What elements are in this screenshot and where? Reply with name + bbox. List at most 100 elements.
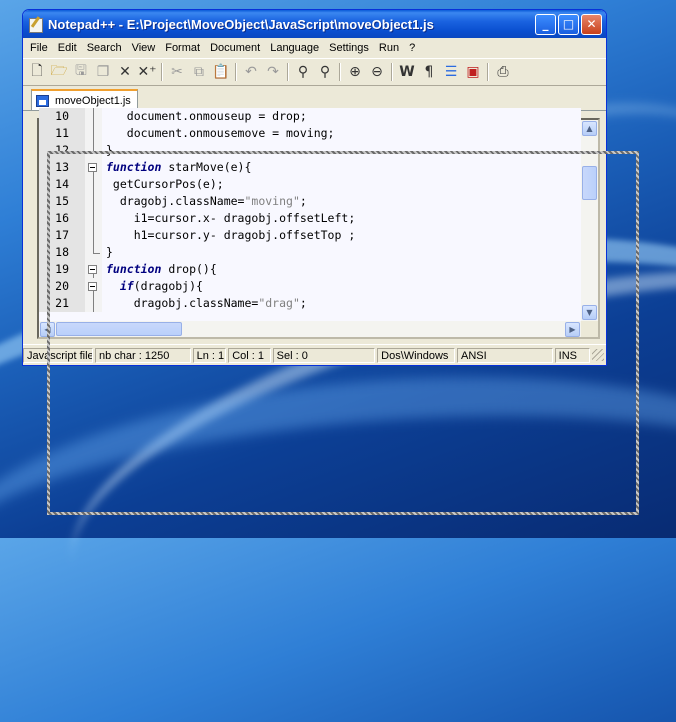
line-number: 13	[39, 159, 85, 176]
code-line[interactable]: 11 document.onmousemove = moving;	[39, 125, 581, 142]
close-icon[interactable]: ✕	[114, 61, 136, 83]
maximize-button[interactable]: □	[558, 13, 579, 35]
menu-search[interactable]: Search	[82, 42, 127, 54]
code-token: }	[106, 245, 113, 259]
undo-icon[interactable]: ↶	[240, 61, 262, 83]
copy-icon[interactable]: ⧉	[188, 61, 210, 83]
cut-icon[interactable]: ✂	[166, 61, 188, 83]
code-line[interactable]: 10 document.onmouseup = drop;	[39, 108, 581, 125]
fold-toggle-icon[interactable]	[85, 278, 102, 295]
code-text: i1=cursor.x- dragobj.offsetLeft;	[102, 210, 356, 227]
code-text: function starMove(e){	[102, 159, 251, 176]
menu-help[interactable]: ?	[404, 42, 420, 54]
tab-moveobject1[interactable]: moveObject1.js	[31, 89, 138, 110]
code-line[interactable]: 13 function starMove(e){	[39, 159, 581, 176]
close-all-icon[interactable]: ✕⁺	[136, 61, 158, 83]
menu-view[interactable]: View	[127, 42, 161, 54]
code-keyword: if	[119, 279, 134, 293]
scroll-right-button[interactable]: ▶	[565, 322, 580, 337]
line-number: 21	[39, 295, 85, 312]
notepadpp-window[interactable]: Notepad++ - E:\Project\MoveObject\JavaSc…	[22, 9, 607, 366]
fold-toggle-icon[interactable]	[85, 159, 102, 176]
vertical-scrollbar[interactable]: ▲ ▼	[581, 120, 598, 321]
replace-icon[interactable]: ⚲	[314, 61, 336, 83]
redo-icon[interactable]: ↷	[262, 61, 284, 83]
fold-end-marker	[85, 142, 102, 159]
horizontal-scroll-thumb[interactable]	[56, 322, 182, 336]
menu-language[interactable]: Language	[265, 42, 324, 54]
menu-edit[interactable]: Edit	[53, 42, 82, 54]
title-bar[interactable]: Notepad++ - E:\Project\MoveObject\JavaSc…	[23, 10, 606, 38]
code-line[interactable]: 21 dragobj.className="drag";	[39, 295, 581, 312]
line-number: 12	[39, 142, 85, 159]
desktop-wave	[0, 348, 676, 712]
line-number: 11	[39, 125, 85, 142]
scroll-up-button[interactable]: ▲	[582, 121, 597, 136]
print-icon[interactable]: ⎙	[492, 61, 514, 83]
menu-format[interactable]: Format	[160, 42, 205, 54]
line-number: 15	[39, 193, 85, 210]
code-token: getCursorPos(e);	[106, 177, 224, 191]
code-text: function drop(){	[102, 261, 217, 278]
horizontal-scrollbar[interactable]: ◀ ▶	[39, 321, 581, 337]
indent-guide-icon[interactable]: ☰	[440, 61, 462, 83]
scroll-left-button[interactable]: ◀	[40, 322, 55, 337]
code-text: dragobj.className="drag";	[102, 295, 307, 312]
code-line[interactable]: 14 getCursorPos(e);	[39, 176, 581, 193]
code-line[interactable]: 20 if(dragobj){	[39, 278, 581, 295]
minimize-button[interactable]: _	[535, 13, 556, 35]
code-token: starMove(e){	[161, 160, 252, 174]
code-keyword: function	[106, 262, 162, 276]
notepad-app-icon[interactable]	[28, 16, 44, 33]
line-number: 10	[39, 108, 85, 125]
menu-file[interactable]: File	[25, 42, 53, 54]
code-line[interactable]: 19 function drop(){	[39, 261, 581, 278]
vertical-scroll-thumb[interactable]	[582, 166, 597, 200]
save-all-icon[interactable]: ❐	[92, 61, 114, 83]
zoom-out-icon[interactable]: ⊖	[366, 61, 388, 83]
menu-settings[interactable]: Settings	[324, 42, 374, 54]
toolbar-separator	[235, 63, 237, 81]
open-file-icon[interactable]: 🗁	[48, 61, 70, 83]
fold-line-marker	[85, 125, 102, 142]
line-number: 18	[39, 244, 85, 261]
editor-frame: 10 document.onmouseup = drop; 11 document…	[37, 108, 600, 339]
code-text: h1=cursor.y- dragobj.offsetTop ;	[102, 227, 356, 244]
fold-line-marker	[85, 176, 102, 193]
status-char-count: nb char : 1250	[95, 347, 191, 363]
menu-run[interactable]: Run	[374, 42, 404, 54]
code-line[interactable]: 12}	[39, 142, 581, 159]
save-icon[interactable]: 🖫	[70, 61, 92, 83]
window-title: Notepad++ - E:\Project\MoveObject\JavaSc…	[48, 16, 434, 32]
new-file-icon[interactable]: 🗋	[26, 61, 48, 83]
code-editor[interactable]: 10 document.onmouseup = drop; 11 document…	[39, 108, 581, 321]
code-line[interactable]: 18}	[39, 244, 581, 261]
toolbar-separator	[339, 63, 341, 81]
code-line[interactable]: 16 i1=cursor.x- dragobj.offsetLeft;	[39, 210, 581, 227]
line-number: 17	[39, 227, 85, 244]
toolbar-separator	[487, 63, 489, 81]
status-eol: Dos\Windows	[377, 347, 456, 363]
code-line[interactable]: 15 dragobj.className="moving";	[39, 193, 581, 210]
zoom-in-icon[interactable]: ⊕	[344, 61, 366, 83]
code-text: dragobj.className="moving";	[102, 193, 307, 210]
show-all-chars-icon[interactable]: ¶	[418, 61, 440, 83]
find-icon[interactable]: ⚲	[292, 61, 314, 83]
code-token: }	[106, 143, 113, 157]
close-button[interactable]: ✕	[581, 13, 602, 35]
fold-line-marker	[85, 193, 102, 210]
scroll-down-button[interactable]: ▼	[582, 305, 597, 320]
paste-icon[interactable]: 📋	[210, 61, 232, 83]
code-text: }	[102, 244, 113, 261]
line-number: 14	[39, 176, 85, 193]
toolbar-separator	[161, 63, 163, 81]
wrap-icon[interactable]: W	[396, 61, 418, 83]
fold-toggle-icon[interactable]	[85, 261, 102, 278]
menu-document[interactable]: Document	[205, 42, 265, 54]
fold-line-marker	[85, 295, 102, 312]
resize-grip[interactable]	[592, 349, 604, 361]
code-line[interactable]: 17 h1=cursor.y- dragobj.offsetTop ;	[39, 227, 581, 244]
code-keyword: function	[106, 160, 162, 174]
line-number: 19	[39, 261, 85, 278]
user-lang-icon[interactable]: ▣	[462, 61, 484, 83]
